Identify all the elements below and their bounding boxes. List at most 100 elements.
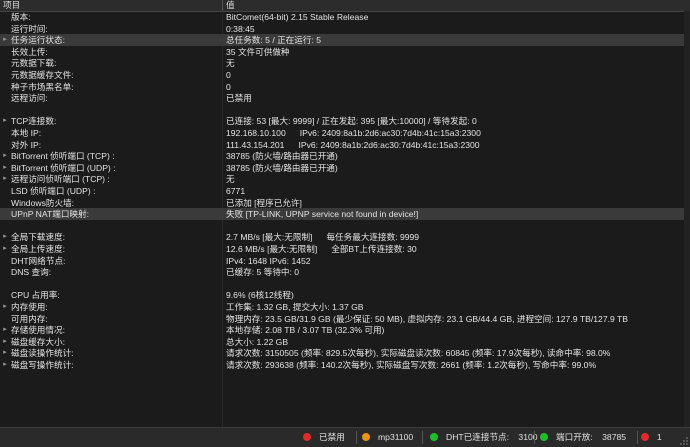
table-row[interactable]: ▸ TCP连接数: 已连接: 53 [最大: 9999] / 正在发起: 395 [… [0, 115, 690, 127]
port-status-icon [540, 432, 548, 441]
table-row[interactable]: ▸ 远程访问侦听端口 (TCP) : 无 [0, 173, 690, 185]
row-value-extra: 全部BT上传连接数: 30 [331, 244, 417, 254]
dht-label: DHT已连接节点: [446, 432, 510, 442]
row-key: BitTorrent 侦听端口 (UDP) : [11, 162, 116, 173]
table-row[interactable]: ▸ BitTorrent 侦听端口 (TCP) : 38785 (防火墙/路由器已开… [0, 150, 690, 162]
table-row[interactable]: DHT网络节点: IPv4: 1648 IPv6: 1452 [0, 255, 690, 267]
row-value: 111.43.154.201 IPv6: 2409:8a1b:2d6:ac30:7… [226, 139, 480, 151]
row-value: 38785 (防火墙/路由器已开通) [226, 162, 338, 174]
task-count-status[interactable]: 1 [641, 428, 662, 447]
table-row[interactable]: Windows防火墙: 已添加 [程序已允许] [0, 197, 690, 209]
status-bar: 已禁用 mp31100 DHT已连接节点: 3100 端口开放: 38785 1 [0, 427, 690, 447]
row-key: 元数据缓存文件: [11, 70, 74, 80]
expand-arrow-icon[interactable]: ▸ [1, 34, 9, 46]
row-value: 9.6% (6核12线程) [226, 289, 294, 301]
row-key: 远程访问: [11, 93, 48, 104]
row-value: 失败 [TP-LINK, UPNP service not found in d… [226, 208, 418, 220]
table-row[interactable]: ▸ 磁盘写操作统计: 请求次数: 293638 (频率: 140.2次每秒), 实际… [0, 359, 690, 371]
row-value-text: 请求次数: 293638 (频率: 140.2次每秒), 实际磁盘写次数: 26… [226, 360, 597, 370]
row-value: 总大小: 1.22 GB [226, 336, 288, 348]
header-value[interactable]: 值 [226, 0, 235, 11]
table-row[interactable]: ▸ BitTorrent 侦听端口 (UDP) : 38785 (防火墙/路由器已开… [0, 162, 690, 174]
user-status[interactable]: mp31100 [362, 428, 413, 447]
table-row[interactable]: ▸ 全局上传速度: 12.6 MB/s [最大:无限制] 全部BT上传连接数: 30 [0, 243, 690, 255]
expand-arrow-icon[interactable]: ▸ [1, 243, 9, 255]
row-value-text: 总任务数: 5 / 正在运行: 5 [226, 35, 322, 46]
row-key: 可用内存: [11, 313, 48, 324]
row-key: 本地 IP: [11, 128, 42, 138]
table-row[interactable]: 元数据下载: 无 [0, 57, 690, 69]
row-value: 6771 [226, 185, 245, 197]
expand-arrow-icon[interactable]: ▸ [1, 231, 9, 243]
table-row[interactable]: 可用内存: 物理内存: 23.5 GB/31.9 GB (最少保证: 50 MB)… [0, 313, 690, 325]
table-row[interactable]: 长效上传: 35 文件可供做种 [0, 46, 690, 58]
remote-status[interactable]: 已禁用 [303, 428, 345, 447]
expand-arrow-icon[interactable]: ▸ [1, 359, 9, 371]
task-count: 1 [657, 432, 662, 442]
row-value-text: 已添加 [程序已允许] [226, 197, 302, 208]
table-row[interactable]: 远程访问: 已禁用 [0, 92, 690, 104]
row-value: IPv4: 1648 IPv6: 1452 [226, 255, 311, 267]
table-row[interactable]: DNS 查询: 已缓存: 5 等待中: 0 [0, 266, 690, 278]
vertical-scrollbar[interactable] [684, 11, 690, 427]
remote-status-label: 已禁用 [319, 432, 345, 442]
expand-arrow-icon[interactable]: ▸ [1, 150, 9, 162]
table-row[interactable]: 对外 IP: 111.43.154.201 IPv6: 2409:8a1b:2d6:… [0, 139, 690, 151]
row-key: UPnP NAT端口映射: [11, 209, 89, 220]
table-row[interactable]: ▸ 任务运行状态: 总任务数: 5 / 正在运行: 5 [0, 34, 690, 47]
remote-status-icon [303, 432, 311, 441]
row-value: 2.7 MB/s [最大:无限制] 每任务最大连接数: 9999 [226, 231, 419, 243]
row-value: 已禁用 [226, 92, 252, 104]
row-value-text: 0 [226, 81, 231, 92]
header-item[interactable]: 项目 [3, 0, 20, 11]
row-value-text: 请求次数: 3150505 (频率: 829.5次每秒), 实际磁盘读次数: 6… [226, 348, 611, 359]
table-row[interactable]: ▸ 全局下载速度: 2.7 MB/s [最大:无限制] 每任务最大连接数: 9999 [0, 231, 690, 243]
table-row[interactable]: ▸ 磁盘缓存大小: 总大小: 1.22 GB [0, 336, 690, 348]
table-row[interactable] [0, 104, 690, 116]
table-row[interactable]: LSD 侦听端口 (UDP) : 6771 [0, 185, 690, 197]
header-divider[interactable] [222, 0, 223, 11]
expand-arrow-icon[interactable]: ▸ [1, 347, 9, 359]
row-value-text: 无 [226, 174, 235, 185]
port-status[interactable]: 端口开放: 38785 [540, 428, 626, 447]
row-value: 0:38:45 [226, 23, 255, 35]
row-value-text: 12.6 MB/s [最大:无限制] [226, 244, 318, 254]
row-value: 0 [226, 69, 231, 81]
row-value: 35 文件可供做种 [226, 46, 290, 58]
row-key: 磁盘写操作统计: [11, 360, 74, 370]
expand-arrow-icon[interactable]: ▸ [1, 173, 9, 185]
resize-grip-icon[interactable] [679, 436, 689, 446]
row-value-text: 35 文件可供做种 [226, 46, 290, 57]
status-separator [356, 431, 357, 444]
row-value: BitComet(64-bit) 2.15 Stable Release [226, 11, 368, 23]
table-row[interactable] [0, 220, 690, 232]
table-row[interactable]: 运行时间: 0:38:45 [0, 23, 690, 35]
expand-arrow-icon[interactable]: ▸ [1, 115, 9, 127]
row-key: 远程访问侦听端口 (TCP) : [11, 174, 110, 185]
expand-arrow-icon[interactable]: ▸ [1, 301, 9, 313]
row-value: 无 [226, 173, 235, 185]
row-value: 38785 (防火墙/路由器已开通) [226, 150, 338, 162]
expand-arrow-icon[interactable]: ▸ [1, 336, 9, 348]
dht-status-icon [430, 432, 438, 441]
user-name: mp31100 [378, 432, 414, 442]
table-row[interactable]: 元数据缓存文件: 0 [0, 69, 690, 81]
table-row[interactable]: UPnP NAT端口映射: 失败 [TP-LINK, UPNP service n… [0, 208, 690, 221]
expand-arrow-icon[interactable]: ▸ [1, 324, 9, 336]
table-row[interactable]: CPU 占用率: 9.6% (6核12线程) [0, 289, 690, 301]
row-value-text: 111.43.154.201 [226, 139, 285, 150]
table-row[interactable]: ▸ 磁盘读操作统计: 请求次数: 3150505 (频率: 829.5次每秒), 实… [0, 347, 690, 359]
port-value: 38785 [602, 432, 627, 442]
row-value: 物理内存: 23.5 GB/31.9 GB (最少保证: 50 MB), 虚拟内… [226, 313, 628, 325]
table-row[interactable]: ▸ 存储使用情况: 本地存储: 2.08 TB / 3.07 TB (32.3% 可… [0, 324, 690, 336]
row-value-text: 总大小: 1.22 GB [226, 336, 289, 347]
table-row[interactable]: 版本: BitComet(64-bit) 2.15 Stable Release [0, 11, 690, 23]
expand-arrow-icon[interactable]: ▸ [1, 162, 9, 174]
table-row[interactable]: 种子市场黑名单: 0 [0, 81, 690, 93]
dht-status[interactable]: DHT已连接节点: 3100 [430, 428, 538, 447]
row-value: 请求次数: 3150505 (频率: 829.5次每秒), 实际磁盘读次数: 6… [226, 347, 610, 359]
table-row[interactable]: 本地 IP: 192.168.10.100 IPv6: 2409:8a1b:2d6:… [0, 127, 690, 139]
table-row[interactable]: ▸ 内存使用: 工作集: 1.32 GB, 提交大小: 1.37 GB [0, 301, 690, 313]
row-value: 请求次数: 293638 (频率: 140.2次每秒), 实际磁盘写次数: 26… [226, 359, 596, 371]
table-row[interactable] [0, 278, 690, 290]
